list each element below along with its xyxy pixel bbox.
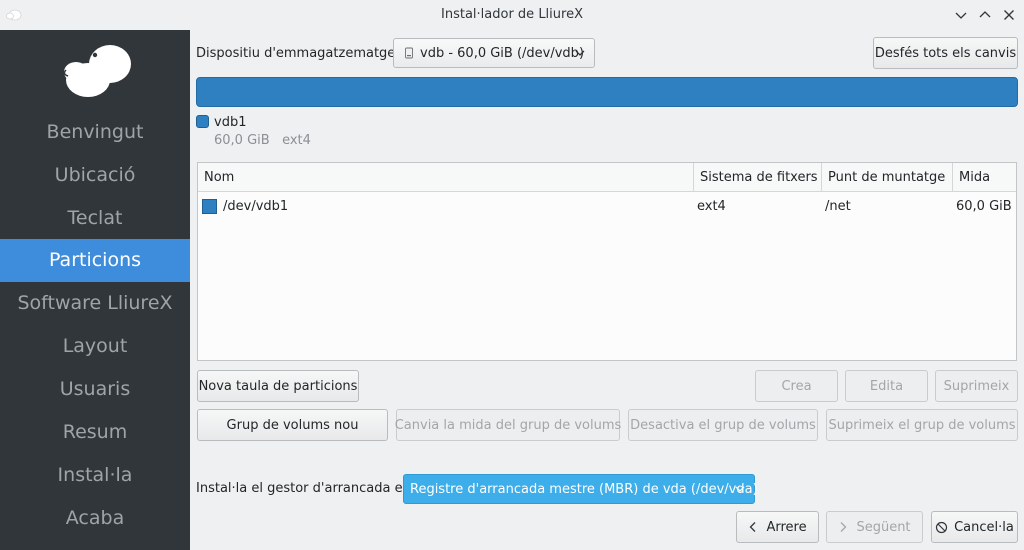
sidebar-item-resum: Resum (62, 421, 128, 443)
table-header: Nom Sistema de fitxers Punt de muntatge … (198, 163, 1016, 192)
partition-color-swatch (196, 115, 209, 128)
bootloader-value: Registre d'arrancada mestre (MBR) de vda… (410, 481, 758, 497)
partition-name-cell: /dev/vdb1 (223, 199, 289, 214)
cancel-button[interactable]: Cancel·la (931, 511, 1018, 543)
sidebar-item-layout: Layout (62, 335, 128, 357)
chevron-down-icon (575, 50, 585, 56)
sidebar-item-acaba: Acaba (65, 507, 125, 529)
lliurex-logo-icon (63, 45, 131, 97)
partition-color-swatch (202, 199, 217, 214)
cancel-button-label: Cancel·la (954, 519, 1014, 535)
storage-device-label: Dispositiu d'emmagatzematge: (196, 46, 400, 61)
minimize-icon[interactable] (953, 7, 969, 23)
column-header-sistema-fitxers[interactable]: Sistema de fitxers (693, 163, 821, 192)
partition-table: Nom Sistema de fitxers Punt de muntatge … (197, 162, 1017, 361)
resize-volume-group-button[interactable]: Canvia la mida del grup de volums (395, 409, 621, 441)
sidebar-item-particions: Particions (0, 239, 190, 282)
drive-icon (405, 47, 413, 59)
column-header-nom[interactable]: Nom (198, 163, 693, 192)
chevron-down-icon (735, 486, 745, 492)
sidebar: Benvingut Ubicació Teclat Particions Sof… (0, 30, 190, 550)
undo-all-changes-button[interactable]: Desfés tots els canvis (873, 37, 1018, 69)
window-title: Instal·lador de LliureX (441, 7, 583, 22)
create-button[interactable]: Crea (755, 370, 838, 402)
chevron-left-icon (750, 522, 756, 532)
sidebar-item-benvingut: Benvingut (46, 121, 144, 143)
new-volume-group-button[interactable]: Grup de volums nou (197, 409, 388, 441)
partition-mount-cell: /net (825, 199, 851, 214)
delete-volume-group-button[interactable]: Suprimeix el grup de volums (826, 409, 1018, 441)
storage-device-select[interactable]: vdb - 60,0 GiB (/dev/vdb) (393, 38, 595, 68)
next-button-label: Següent (856, 519, 911, 535)
column-header-punt-muntatge[interactable]: Punt de muntatge (821, 163, 952, 192)
close-icon[interactable] (1001, 7, 1017, 23)
partition-usage-bar (196, 77, 1018, 107)
title-bar: Instal·lador de LliureX (0, 0, 1024, 30)
bootloader-label: Instal·la el gestor d'arrancada en: (196, 481, 416, 496)
table-row[interactable]: /dev/vdb1 ext4 /net 60,0 GiB (198, 193, 1016, 221)
next-button[interactable]: Següent (826, 511, 923, 543)
sidebar-item-ubicacio: Ubicació (54, 164, 136, 186)
storage-device-value: vdb - 60,0 GiB (/dev/vdb) (420, 45, 585, 61)
sidebar-item-teclat: Teclat (67, 207, 123, 229)
back-button-label: Arrere (766, 519, 807, 535)
back-button[interactable]: Arrere (736, 511, 819, 543)
partition-legend-detail: 60,0 GiB ext4 (214, 133, 311, 148)
partition-legend-name: vdb1 (214, 115, 247, 130)
new-partition-table-button[interactable]: Nova taula de particions (197, 370, 359, 402)
bootloader-select[interactable]: Registre d'arrancada mestre (MBR) de vda… (403, 474, 758, 504)
edit-button[interactable]: Edita (845, 370, 928, 402)
delete-button[interactable]: Suprimeix (935, 370, 1018, 402)
partition-size-cell: 60,0 GiB (956, 199, 1012, 214)
sidebar-item-usuaris: Usuaris (59, 378, 131, 400)
chevron-right-icon (840, 522, 847, 532)
column-header-mida[interactable]: Mida (952, 163, 1016, 192)
deactivate-volume-group-button[interactable]: Desactiva el grup de volums (628, 409, 818, 441)
partition-fs-cell: ext4 (697, 199, 726, 214)
cancel-icon (936, 521, 948, 533)
maximize-icon[interactable] (977, 7, 993, 23)
sidebar-item-software: Software LliureX (17, 292, 173, 314)
sidebar-item-installa: Instal·la (57, 464, 133, 486)
